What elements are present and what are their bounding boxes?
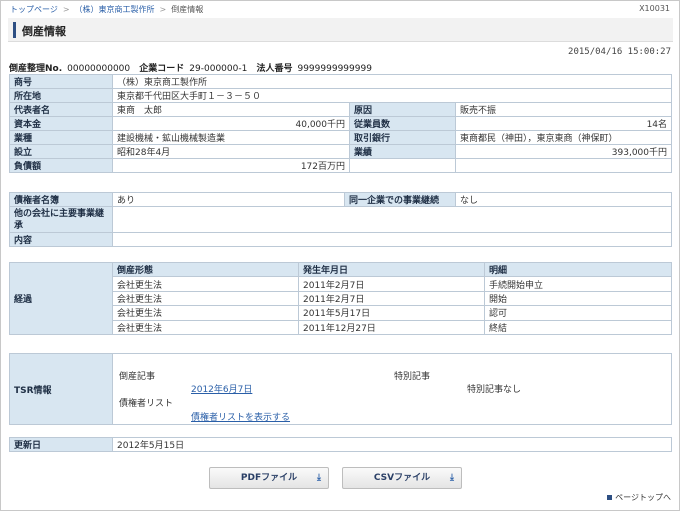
same-business-value: なし [455, 192, 672, 207]
other-company-label: 他の会社に主要事業継承 [9, 206, 113, 233]
update-table: 更新日 2012年5月15日 [9, 437, 672, 452]
bankruptcy-no-label: 倒産整理No. [9, 64, 63, 74]
breadcrumb: トップページ > （株）東京商工製作所 > 倒産情報 X10031 [10, 4, 670, 16]
representative-label: 代表者名 [9, 102, 113, 117]
creditors-table: 債権者名簿 あり 同一企業での事業継続 なし 他の会社に主要事業継承 内容 [9, 192, 672, 247]
trade-name-label: 商号 [9, 74, 113, 89]
cause-value: 販売不振 [454, 102, 673, 117]
industry-value: 建設機械・鉱山機械製造業 [112, 130, 350, 145]
history-detail: 認可 [484, 305, 672, 321]
update-value: 2012年5月15日 [112, 437, 672, 452]
employees-value: 14名 [454, 116, 673, 131]
history-detail: 開始 [484, 290, 672, 307]
article-date-link[interactable]: 2012年6月7日 [191, 382, 252, 395]
founded-value: 昭和28年4月 [112, 144, 350, 159]
breadcrumb-home[interactable]: トップページ [10, 5, 58, 14]
capital-value: 40,000千円 [112, 116, 350, 131]
history-header: 倒産形態 [112, 261, 299, 278]
bank-value: 東商都民（神田），東京東商（神保町） [454, 130, 673, 145]
creditor-names-value: あり [112, 192, 345, 207]
history-label: 経過 [9, 262, 113, 335]
history-date: 2011年12月27日 [298, 319, 485, 336]
other-company-value [112, 206, 672, 233]
special-article-value: 特別記事なし [467, 385, 522, 395]
timestamp: 2015/04/16 15:00:27 [568, 47, 671, 57]
download-icon: ⤓ [450, 473, 454, 483]
registration-line: 倒産整理No. 00000000000 企業コード 29-000000-1 法人番号… [9, 61, 378, 74]
cause-label: 原因 [349, 102, 456, 117]
pdf-button-label: PDFファイル [240, 473, 298, 483]
industry-label: 業種 [9, 130, 113, 145]
show-creditor-list-link[interactable]: 債権者リストを表示する [191, 410, 290, 423]
history-type: 会社更生法 [112, 276, 299, 292]
representative-value: 東商 太郎 [112, 102, 350, 117]
empty-cell [349, 158, 456, 173]
bankruptcy-no-value: 00000000000 [67, 64, 131, 74]
corporate-number-value: 9999999999999 [297, 64, 372, 74]
history-type: 会社更生法 [112, 290, 299, 307]
square-bullet-icon [607, 495, 613, 500]
title-bar: 倒産情報 [8, 18, 673, 42]
history-header: 明細 [484, 261, 672, 278]
page-title: 倒産情報 [22, 25, 66, 38]
company-info-table: 商号 （株）東京商工製作所 所在地 東京都千代田区大手町１－３－５０ 代表者名 … [9, 74, 673, 173]
tsr-label: TSR情報 [9, 353, 113, 425]
creditor-list-label: 債権者リスト [119, 399, 174, 409]
content-value [112, 232, 672, 247]
history-date: 2011年5月17日 [298, 305, 485, 321]
sales-value: 393,000千円 [454, 144, 673, 159]
debt-label: 負債額 [9, 158, 113, 173]
breadcrumb-separator: > [62, 5, 70, 14]
founded-label: 設立 [9, 144, 113, 159]
company-code-label: 企業コード [139, 64, 185, 74]
csv-download-button[interactable]: CSVファイル ⤓ [342, 467, 462, 489]
trade-name-value: （株）東京商工製作所 [111, 74, 673, 89]
history-type: 会社更生法 [112, 305, 299, 321]
tsr-table: TSR情報 倒産記事 2012年6月7日 特別記事 特別記事なし 債権者リスト … [9, 353, 672, 425]
history-header: 発生年月日 [298, 261, 485, 278]
page-top-link[interactable]: ページトップへ [607, 492, 671, 503]
employees-label: 従業員数 [349, 116, 456, 131]
history-detail: 終結 [484, 319, 672, 336]
address-label: 所在地 [9, 88, 113, 103]
content-label: 内容 [9, 232, 113, 247]
title-accent [13, 22, 16, 38]
article-label: 倒産記事 [119, 372, 156, 382]
creditor-names-label: 債権者名簿 [9, 192, 113, 207]
download-icon: ⤓ [317, 473, 321, 483]
empty-cell [454, 158, 673, 173]
same-business-label: 同一企業での事業継続 [344, 192, 456, 207]
history-date: 2011年2月7日 [298, 276, 485, 292]
update-label: 更新日 [9, 437, 113, 452]
sales-label: 業績 [349, 144, 456, 159]
pdf-download-button[interactable]: PDFファイル ⤓ [209, 467, 329, 489]
bank-label: 取引銀行 [349, 130, 456, 145]
history-date: 2011年2月7日 [298, 290, 485, 307]
corporate-number-label: 法人番号 [256, 64, 293, 74]
history-table: 経過 倒産形態 発生年月日 明細 会社更生法 2011年2月7日 手続開始申立 … [9, 261, 672, 336]
debt-value: 172百万円 [112, 158, 350, 173]
history-type: 会社更生法 [112, 319, 299, 336]
breadcrumb-separator: > [159, 5, 167, 14]
page-top-label: ページトップへ [615, 493, 671, 502]
special-article-label: 特別記事 [394, 372, 431, 382]
page-id: X10031 [639, 4, 670, 13]
csv-button-label: CSVファイル [373, 473, 431, 483]
capital-label: 資本金 [9, 116, 113, 131]
company-code-value: 29-000000-1 [189, 64, 248, 74]
address-value: 東京都千代田区大手町１－３－５０ [111, 88, 673, 103]
history-detail: 手続開始申立 [484, 276, 672, 292]
breadcrumb-current: 倒産情報 [171, 5, 204, 14]
tsr-content: 倒産記事 2012年6月7日 特別記事 特別記事なし 債権者リスト 債権者リスト… [112, 353, 672, 425]
breadcrumb-company[interactable]: （株）東京商工製作所 [75, 5, 155, 14]
